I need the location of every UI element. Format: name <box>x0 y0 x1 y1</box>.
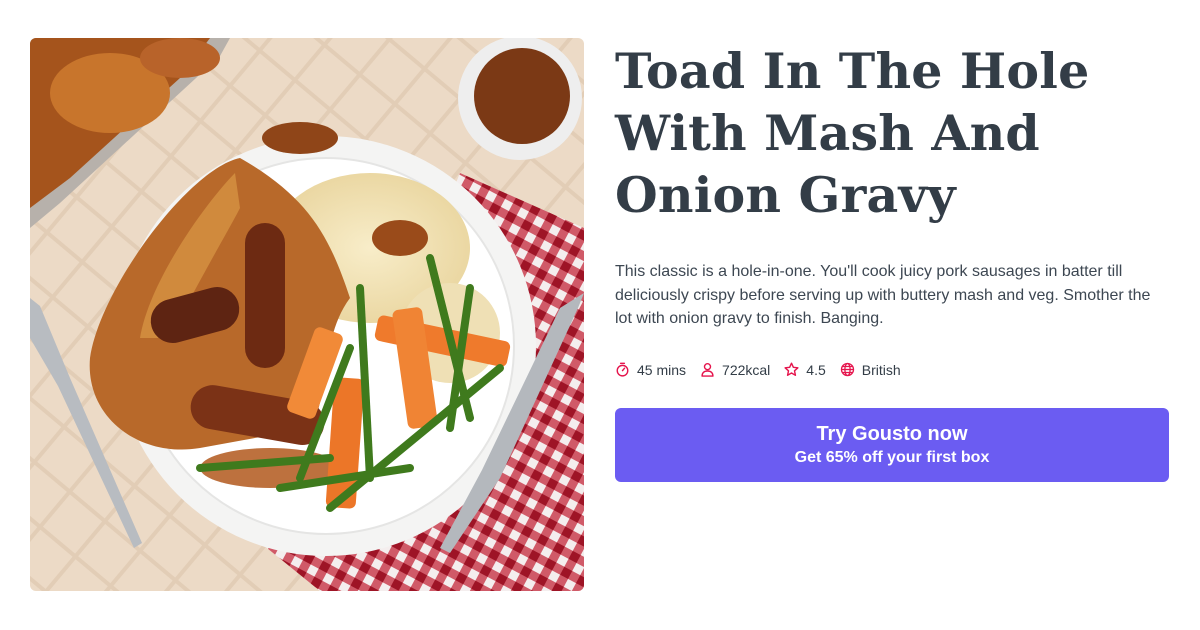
meta-cuisine: British <box>840 362 901 378</box>
meta-rating: 4.5 <box>784 361 826 378</box>
person-icon <box>701 362 714 377</box>
cuisine-text: British <box>861 361 901 378</box>
try-gousto-button[interactable]: Try Gousto now Get 65% off your first bo… <box>615 407 1169 482</box>
timer-icon <box>616 362 629 377</box>
recipe-description: This classic is a hole-in-one. You'll co… <box>615 263 1151 327</box>
star-icon <box>784 362 799 377</box>
meta-cook-time: 45 mins <box>615 362 686 378</box>
cta-sub-label: Get 65% off your first box <box>794 448 990 466</box>
recipe-photo <box>30 38 584 591</box>
meta-calories: 722kcal <box>700 362 770 378</box>
globe-icon <box>840 362 854 377</box>
cook-time-text: 45 mins <box>637 361 687 378</box>
calories-text: 722kcal <box>722 361 771 378</box>
cta-main-label: Try Gousto now <box>816 422 968 445</box>
recipe-meta: 45 mins 722kcal 4.5 British <box>615 362 1170 378</box>
rating-text: 4.5 <box>806 361 826 378</box>
recipe-title: Toad In The Hole With Mash And Onion Gra… <box>615 42 1090 224</box>
recipe-details: Toad In The Hole With Mash And Onion Gra… <box>615 40 1170 482</box>
